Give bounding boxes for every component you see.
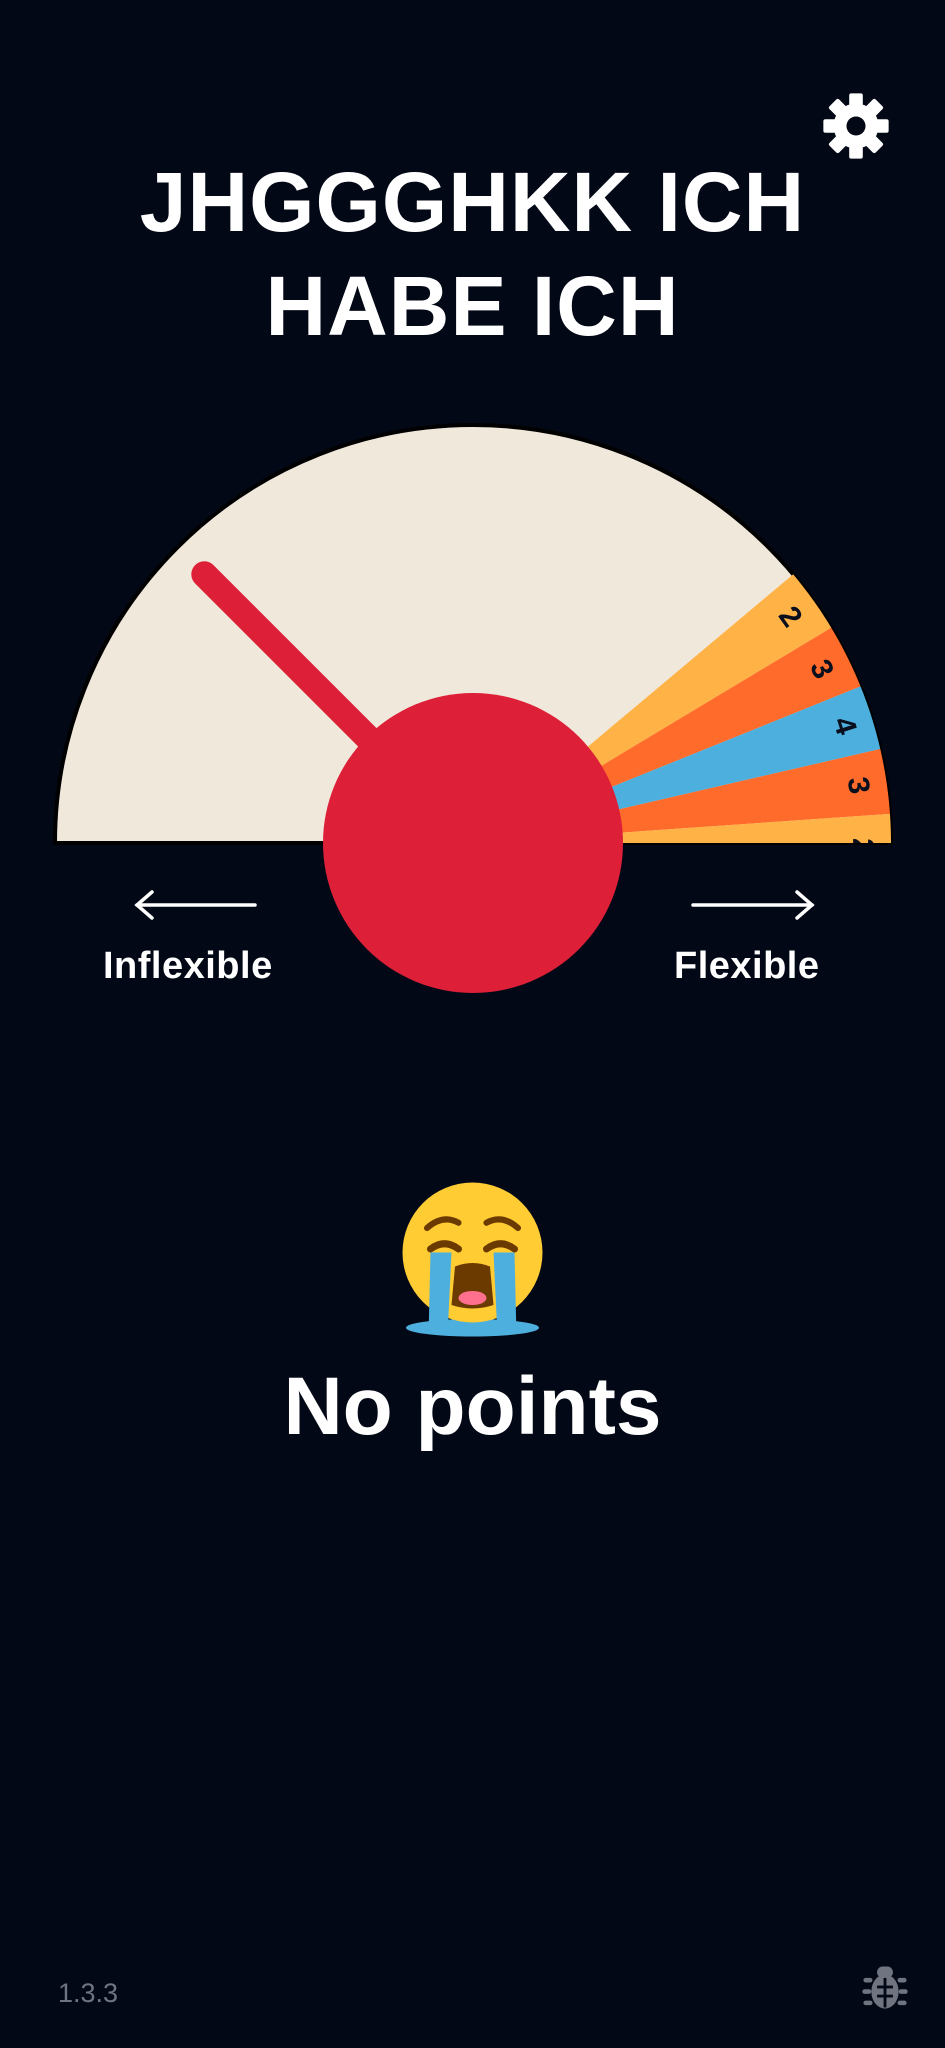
- bug-report-icon[interactable]: [862, 1962, 908, 2012]
- flexibility-gauge: 23432: [52, 423, 894, 993]
- gauge-hub: [323, 693, 623, 993]
- score-result-text: No points: [283, 1361, 662, 1452]
- arrow-right-icon: [691, 890, 815, 920]
- gauge-zone-label-5: 2: [846, 838, 879, 855]
- loudly-crying-face-icon: [402, 1182, 543, 1337]
- inflexible-label: Inflexible: [103, 945, 273, 987]
- arrow-left-icon: [134, 890, 257, 920]
- flexible-label: Flexible: [674, 945, 820, 987]
- app-version: 1.3.3: [58, 1978, 119, 2008]
